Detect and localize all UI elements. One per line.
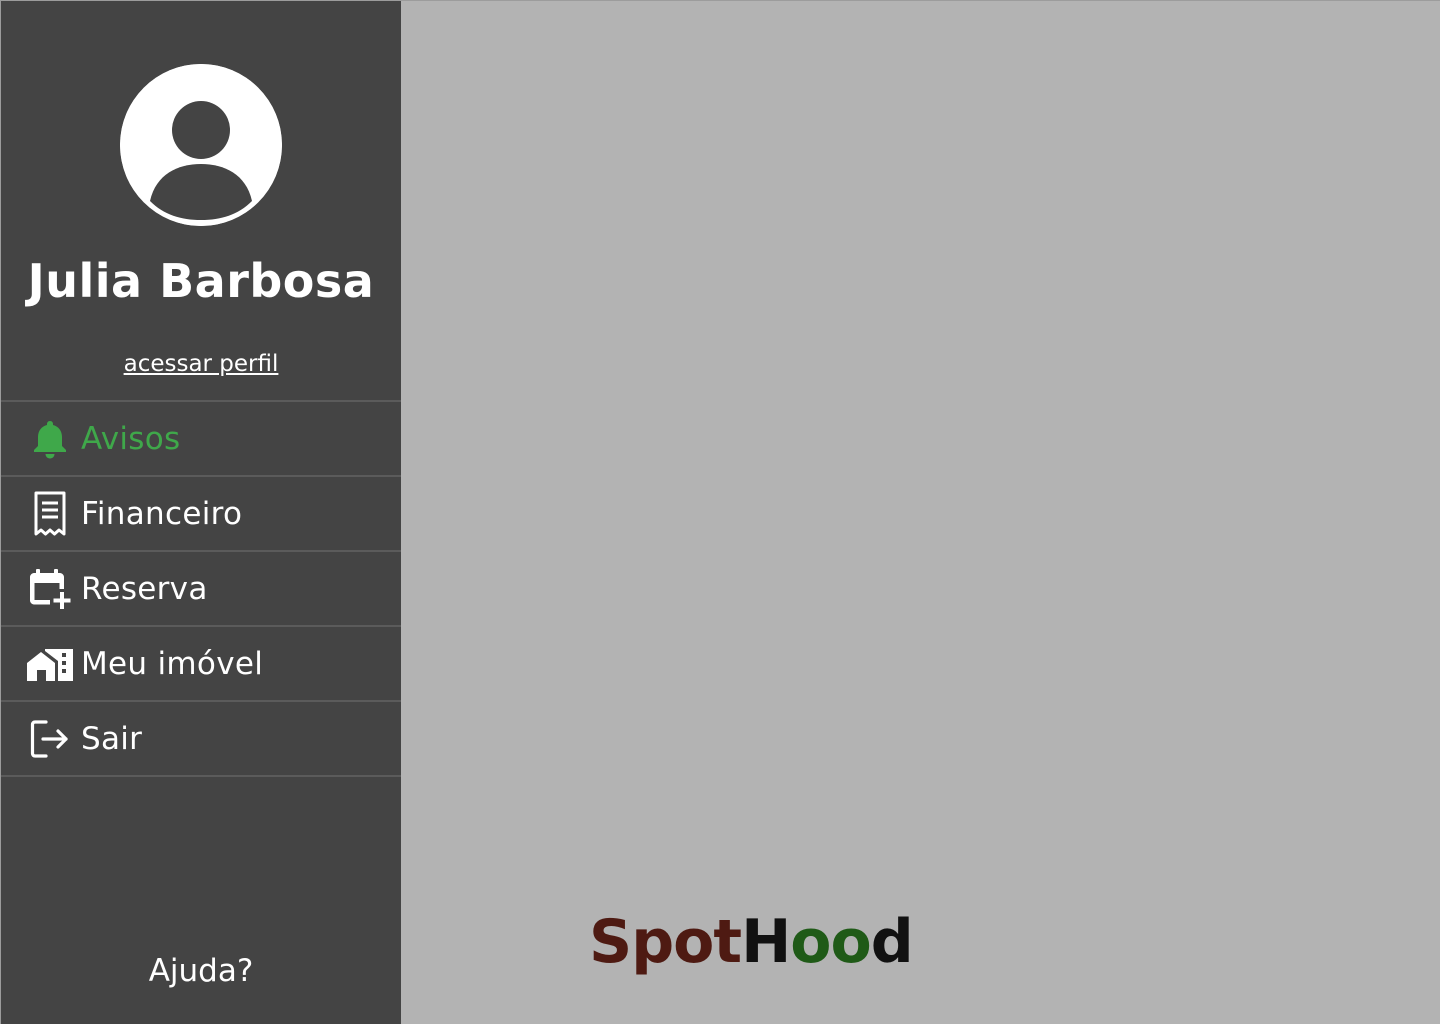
sidebar-item-label: Sair	[81, 720, 143, 757]
sidebar-item-meu-imovel[interactable]: Meu imóvel	[1, 627, 401, 702]
brand-logo: SpotHood	[589, 904, 914, 980]
sidebar-item-label: Financeiro	[81, 495, 243, 532]
sidebar: Julia Barbosa acessar perfil Avisos Fina…	[1, 1, 401, 1024]
brand-logo-d: d	[870, 907, 914, 977]
sidebar-menu: Avisos Financeiro Reserva Meu imóvel Sai…	[1, 400, 401, 777]
sidebar-item-reserva[interactable]: Reserva	[1, 552, 401, 627]
bell-icon	[27, 416, 73, 462]
receipt-icon	[27, 491, 73, 537]
sidebar-item-label: Avisos	[81, 420, 181, 457]
sidebar-item-label: Reserva	[81, 570, 208, 607]
access-profile-link[interactable]: acessar perfil	[1, 349, 401, 379]
brand-logo-spot: Spot	[589, 907, 742, 977]
user-avatar-icon[interactable]	[120, 64, 282, 226]
sidebar-item-label: Meu imóvel	[81, 645, 264, 682]
home-building-icon	[27, 641, 73, 687]
sidebar-item-sair[interactable]: Sair	[1, 702, 401, 777]
user-name: Julia Barbosa	[27, 254, 375, 308]
app-window: Julia Barbosa acessar perfil Avisos Fina…	[0, 0, 1440, 1024]
calendar-add-icon	[27, 566, 73, 612]
sidebar-item-financeiro[interactable]: Financeiro	[1, 477, 401, 552]
sidebar-item-avisos[interactable]: Avisos	[1, 402, 401, 477]
brand-logo-h: H	[741, 907, 791, 977]
logout-icon	[27, 716, 73, 762]
brand-logo-oo: oo	[790, 907, 871, 977]
help-link[interactable]: Ajuda?	[1, 951, 401, 991]
main-content: SpotHood	[401, 1, 1440, 1024]
